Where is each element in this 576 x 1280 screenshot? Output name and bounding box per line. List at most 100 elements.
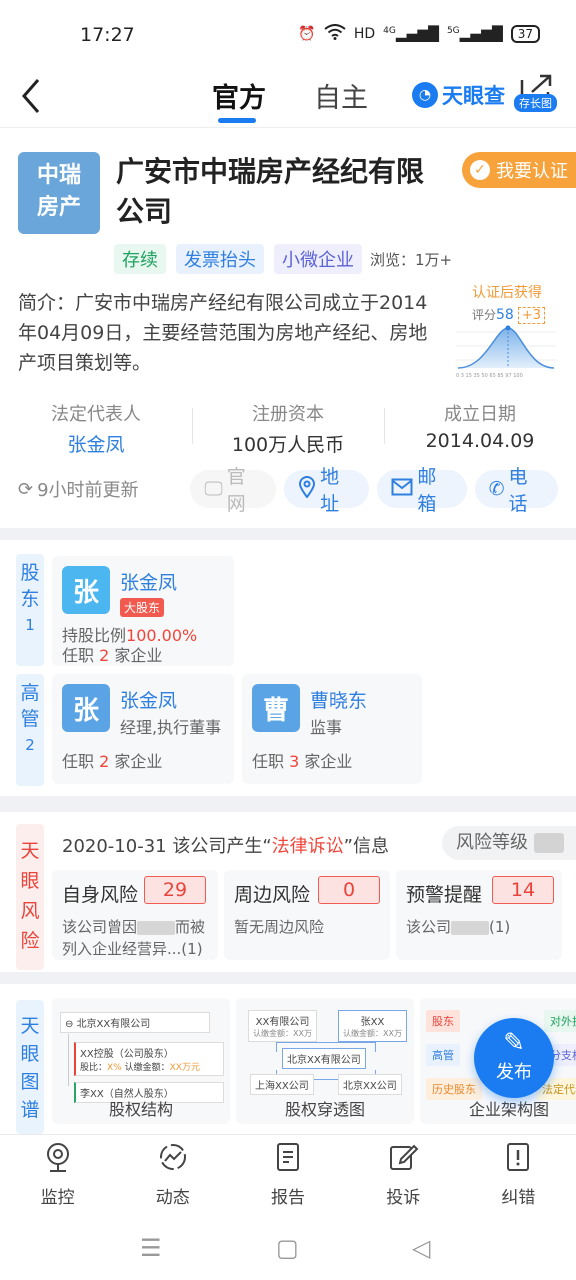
save-long-image-button[interactable]: 存长图 <box>514 94 557 112</box>
risk-count: 29 <box>144 876 206 904</box>
website-button[interactable]: 🖵 官网 <box>190 466 277 515</box>
home-icon[interactable]: ▢ <box>276 1234 299 1262</box>
executive-card[interactable]: 曹 曹晓东 监事 任职 3 家企业 <box>242 674 422 784</box>
email-button[interactable]: 邮箱 <box>377 466 467 515</box>
executive-name[interactable]: 张金凤 <box>120 686 177 713</box>
score-distribution-icon: 0 3 15 35 50 65 85 97 100 <box>456 325 556 378</box>
executive-name[interactable]: 曹晓东 <box>310 686 367 713</box>
risk-count: 14 <box>492 876 554 904</box>
signal-4g-icon: 4G▂▄▆█ <box>383 25 439 43</box>
tab-report[interactable]: 报告 <box>230 1135 345 1214</box>
alarm-icon: ⏰ <box>298 26 316 42</box>
tab-monitor[interactable]: 监控 <box>0 1135 115 1214</box>
fact-legal-rep[interactable]: 法定代表人 张金凤 <box>0 400 192 457</box>
tab-correction[interactable]: 纠错 <box>461 1135 576 1214</box>
executive-role: 监事 <box>310 718 343 737</box>
report-icon <box>277 1143 299 1171</box>
tag-status[interactable]: 存续 <box>114 244 166 274</box>
camera-monitor-icon <box>46 1143 69 1172</box>
company-tags: 存续 发票抬头 小微企业 浏览：1万+ <box>114 244 452 274</box>
score-widget[interactable]: 认证后获得 评分58 +3 0 3 15 35 50 65 85 97 100 <box>456 282 556 378</box>
avatar: 张 <box>62 684 110 732</box>
risk-section: 天眼风险 2020-10-31 该公司产生“法律诉讼”信息 风险等级 自身风险 … <box>0 812 576 972</box>
company-card: 中瑞 房产 广安市中瑞房产经纪有限公司 ✓ 我要认证 存续 发票抬头 小微企业 … <box>0 128 576 528</box>
executive-role: 经理,执行董事 <box>120 718 222 737</box>
tab-official[interactable]: 官方 <box>212 76 266 115</box>
bottom-tabbar: 监控 动态 报告 投诉 纠错 <box>0 1134 576 1214</box>
risk-level-button[interactable]: 风险等级 <box>442 826 576 860</box>
tab-self[interactable]: 自主 <box>314 76 368 115</box>
company-logo: 中瑞 房产 <box>18 152 100 234</box>
node-a: XX有限公司 认缴金额：XX万 <box>248 1010 317 1042</box>
major-shareholder-badge: 大股东 <box>120 598 165 617</box>
fact-founded: 成立日期 2014.04.09 <box>384 400 576 457</box>
node-b: 张XX 认缴金额：XX万 <box>338 1010 407 1042</box>
tab-complaint[interactable]: 投诉 <box>346 1135 461 1214</box>
equity-structure-card[interactable]: ⊖ 北京XX有限公司 XX控股（公司股东） 股比：X% 认缴金额：XX万元 李X… <box>52 998 230 1124</box>
graph-label[interactable]: 天眼图谱 <box>16 1000 44 1134</box>
location-pin-icon <box>298 475 316 503</box>
address-button[interactable]: 地址 <box>284 466 370 515</box>
risk-count: 0 <box>318 876 380 904</box>
company-intro[interactable]: 简介：广安市中瑞房产经纪有限公司成立于2014年04月09日，主要经营范围为房地… <box>18 288 430 378</box>
executive-label[interactable]: 高管 2 <box>16 674 44 786</box>
fact-capital: 注册资本 100万人民币 <box>192 400 384 457</box>
node-c: 上海XX公司 <box>250 1074 314 1095</box>
tianyancha-logo-icon: ◔ <box>412 82 438 108</box>
update-time[interactable]: ⟳ 9小时前更新 <box>18 476 182 502</box>
root-node: ⊖ 北京XX有限公司 <box>60 1012 210 1033</box>
shareholder-name[interactable]: 张金凤 <box>120 568 177 595</box>
network-label: HD <box>353 26 376 42</box>
status-icons: ⏰ HD 4G▂▄▆█ 5G▂▄▆█ 37 <box>298 24 540 44</box>
blurred-value <box>534 833 564 853</box>
risk-card-self[interactable]: 自身风险 29 该公司曾因 而被 列入企业经营异...(1) <box>52 870 218 960</box>
avatar: 曹 <box>252 684 300 732</box>
top-nav: 官方 自主 ◔ 天眼查 <box>0 66 576 128</box>
shareholder-label[interactable]: 股东 1 <box>16 554 44 666</box>
risk-card-warning[interactable]: 预警提醒 14 该公司 (1) <box>396 870 562 960</box>
monitor-icon: 🖵 <box>204 478 223 500</box>
legal-rep-link[interactable]: 张金凤 <box>0 430 192 457</box>
activity-icon <box>159 1144 186 1170</box>
risk-label[interactable]: 天眼风险 <box>16 824 44 970</box>
score-line: 评分58 +3 <box>472 306 546 324</box>
svg-text:0 3 15 35 50 65 85 97: 0 3 15 35 50 65 85 97 100 <box>456 373 523 378</box>
risk-card-surrounding[interactable]: 周边风险 0 暂无周边风险 <box>224 870 390 960</box>
node-d: 北京XX公司 <box>338 1074 402 1095</box>
brand-logo: ◔ 天眼查 <box>412 80 505 110</box>
graph-card-label: 股权结构 <box>108 1100 173 1119</box>
graph-card-label: 股权穿透图 <box>284 1100 365 1119</box>
alert-doc-icon <box>507 1143 530 1171</box>
tag-size[interactable]: 小微企业 <box>274 244 362 274</box>
status-bar: 17:27 ⏰ HD 4G▂▄▆█ 5G▂▄▆█ 37 <box>0 0 576 66</box>
phone-icon: ✆ <box>488 478 505 500</box>
publish-button[interactable]: ✎ 发布 <box>474 1018 554 1098</box>
risk-headline[interactable]: 2020-10-31 该公司产生“法律诉讼”信息 <box>62 832 389 858</box>
check-badge-icon: ✓ <box>470 160 490 180</box>
office-count: 任职 2 家企业 <box>62 646 163 665</box>
score-title: 认证后获得 <box>472 285 542 301</box>
back-icon[interactable] <box>18 76 42 125</box>
refresh-icon: ⟳ <box>18 478 34 500</box>
back-triangle-icon[interactable]: ◁ <box>412 1234 430 1262</box>
pen-icon: ✎ <box>503 1028 525 1058</box>
executive-card[interactable]: 张 张金凤 经理,执行董事 任职 2 家企业 <box>52 674 234 784</box>
company-name: 广安市中瑞房产经纪有限公司 <box>116 155 425 228</box>
view-count: 浏览：1万+ <box>370 250 453 269</box>
battery-icon: 37 <box>510 25 540 43</box>
company-facts: 法定代表人 张金凤 注册资本 100万人民币 成立日期 2014.04.09 <box>0 400 576 457</box>
brand-name: 天眼查 <box>442 84 505 108</box>
node-holding: XX控股（公司股东） 股比：X% 认缴金额：XX万元 <box>74 1042 224 1076</box>
node-root: 北京XX有限公司 <box>282 1048 366 1069</box>
equity-penetration-card[interactable]: XX有限公司 认缴金额：XX万 张XX 认缴金额：XX万 北京XX有限公司 上海XX… <box>236 998 414 1124</box>
wifi-icon <box>324 24 346 44</box>
tab-activity[interactable]: 动态 <box>115 1135 230 1214</box>
tag-invoice[interactable]: 发票抬头 <box>176 244 264 274</box>
people-section: 股东 1 张 张金凤 大股东 持股比例100.00% 任职 2 家企业 高管 2… <box>0 540 576 796</box>
system-nav-bar: ☰ ▢ ◁ <box>0 1214 576 1280</box>
phone-button[interactable]: ✆ 电话 <box>474 466 558 515</box>
shareholder-card[interactable]: 张 张金凤 大股东 持股比例100.00% 任职 2 家企业 <box>52 556 234 666</box>
graph-card-label: 企业架构图 <box>468 1100 549 1119</box>
verify-button[interactable]: ✓ 我要认证 <box>462 152 576 188</box>
menu-icon[interactable]: ☰ <box>140 1234 162 1262</box>
